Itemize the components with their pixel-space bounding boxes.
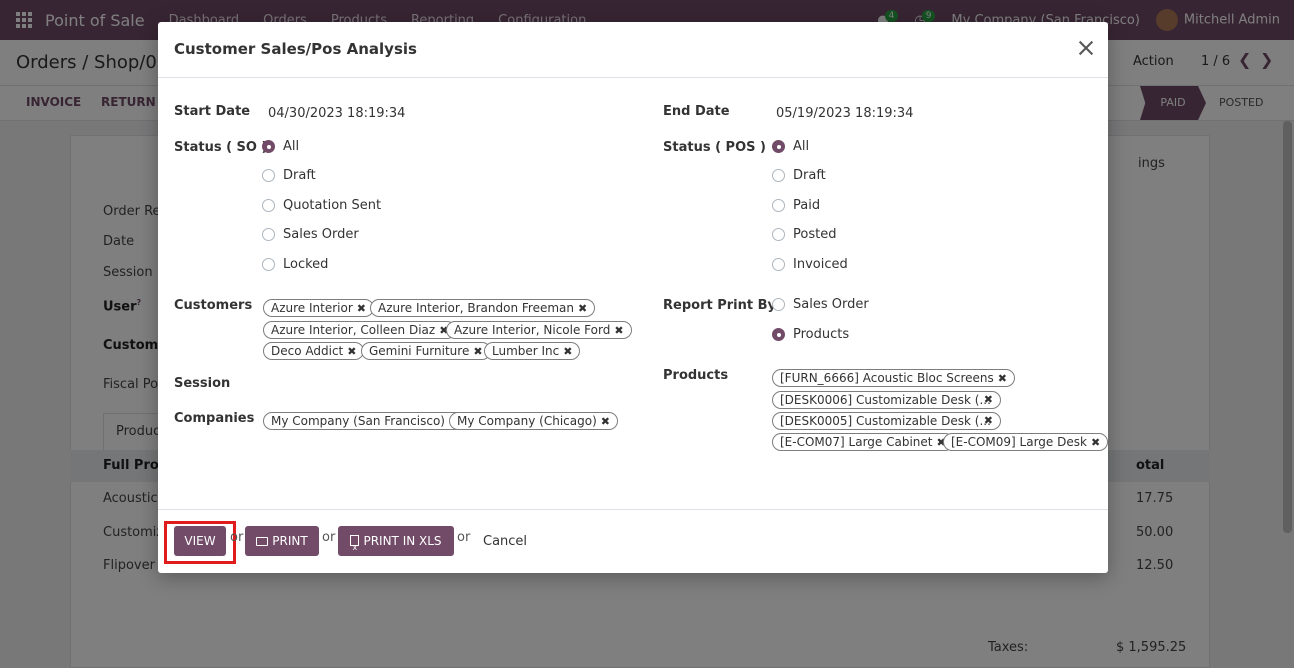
product-tag: [DESK0005] Customizable Desk (... ✖ bbox=[772, 412, 1001, 430]
status-pos-draft-radio[interactable]: Draft bbox=[772, 168, 826, 183]
radio-label: Sales Order bbox=[793, 297, 869, 312]
customer-tag: Azure Interior, Brandon Freeman ✖ bbox=[370, 299, 596, 317]
company-tag: My Company (Chicago) ✖ bbox=[449, 412, 618, 430]
session-label: Session bbox=[174, 376, 231, 391]
tag-label: My Company (Chicago) bbox=[457, 414, 597, 428]
tag-label: Lumber Inc bbox=[492, 344, 560, 358]
customer-tag: Azure Interior, Colleen Diaz ✖ bbox=[263, 321, 457, 339]
status-pos-label: Status ( POS ) bbox=[663, 140, 766, 155]
start-date-field[interactable]: 04/30/2023 18:19:34 bbox=[268, 106, 405, 121]
start-date-label: Start Date bbox=[174, 104, 251, 119]
remove-tag-icon[interactable]: ✖ bbox=[984, 413, 993, 429]
radio-label: Draft bbox=[793, 168, 826, 183]
tag-label: Gemini Furniture bbox=[369, 344, 470, 358]
radio-label: Posted bbox=[793, 227, 837, 242]
product-tag: [DESK0006] Customizable Desk (... ✖ bbox=[772, 391, 1001, 409]
customer-tag: Gemini Furniture ✖ bbox=[361, 342, 491, 360]
print-xls-button-label: PRINT IN XLS bbox=[363, 534, 442, 548]
product-tag: [FURN_6666] Acoustic Bloc Screens ✖ bbox=[772, 369, 1016, 387]
radio-label: Locked bbox=[283, 257, 329, 272]
tag-label: Azure Interior, Colleen Diaz bbox=[271, 323, 436, 337]
cancel-button[interactable]: Cancel bbox=[483, 534, 527, 549]
tag-label: [FURN_6666] Acoustic Bloc Screens bbox=[780, 371, 994, 385]
tag-label: [DESK0006] Customizable Desk (... bbox=[780, 393, 991, 407]
remove-tag-icon[interactable]: ✖ bbox=[984, 392, 993, 408]
customers-label: Customers bbox=[174, 298, 253, 313]
tag-label: My Company (San Francisco) bbox=[271, 414, 445, 428]
radio-label: All bbox=[793, 139, 810, 154]
remove-tag-icon[interactable]: ✖ bbox=[347, 345, 356, 358]
print-button-label: PRINT bbox=[272, 534, 308, 548]
remove-tag-icon[interactable]: ✖ bbox=[473, 345, 482, 358]
radio-label: Quotation Sent bbox=[283, 198, 382, 213]
tag-label: Azure Interior, Nicole Ford bbox=[454, 323, 611, 337]
print-by-products-radio[interactable]: Products bbox=[772, 327, 849, 342]
status-pos-paid-radio[interactable]: Paid bbox=[772, 198, 820, 213]
remove-tag-icon[interactable]: ✖ bbox=[998, 372, 1007, 385]
tag-label: [E-COM09] Large Desk bbox=[951, 435, 1087, 449]
status-pos-all-radio[interactable]: All bbox=[772, 139, 809, 154]
radio-label: Products bbox=[793, 327, 850, 342]
customer-tag: Deco Addict ✖ bbox=[263, 342, 365, 360]
customer-tag: Lumber Inc ✖ bbox=[484, 342, 581, 360]
status-pos-posted-radio[interactable]: Posted bbox=[772, 227, 836, 242]
product-tag: [E-COM07] Large Cabinet ✖ bbox=[772, 433, 954, 451]
view-button[interactable]: VIEW bbox=[174, 526, 226, 556]
status-so-locked-radio[interactable]: Locked bbox=[262, 257, 328, 272]
remove-tag-icon[interactable]: ✖ bbox=[601, 415, 610, 428]
remove-tag-icon[interactable]: ✖ bbox=[1091, 436, 1100, 449]
print-by-sales-order-radio[interactable]: Sales Order bbox=[772, 297, 869, 312]
dialog-title: Customer Sales/Pos Analysis bbox=[174, 40, 417, 58]
status-so-draft-radio[interactable]: Draft bbox=[262, 168, 316, 183]
radio-label: Paid bbox=[793, 198, 821, 213]
customer-sales-pos-analysis-dialog: Customer Sales/Pos Analysis Start Date 0… bbox=[158, 22, 1109, 573]
status-so-sales-order-radio[interactable]: Sales Order bbox=[262, 227, 359, 242]
customer-tag: Azure Interior ✖ bbox=[263, 299, 374, 317]
end-date-field[interactable]: 05/19/2023 18:19:34 bbox=[776, 106, 913, 121]
remove-tag-icon[interactable]: ✖ bbox=[357, 302, 366, 315]
print-xls-button[interactable]: PRINT IN XLS bbox=[338, 526, 454, 563]
status-so-all-radio[interactable]: All bbox=[262, 139, 299, 154]
remove-tag-icon[interactable]: ✖ bbox=[614, 324, 623, 337]
tag-label: Deco Addict bbox=[271, 344, 344, 358]
tag-label: Azure Interior bbox=[271, 301, 353, 315]
radio-label: Invoiced bbox=[793, 257, 848, 272]
end-date-label: End Date bbox=[663, 104, 730, 119]
product-tag: [E-COM09] Large Desk ✖ bbox=[943, 433, 1109, 451]
status-pos-invoiced-radio[interactable]: Invoiced bbox=[772, 257, 848, 272]
radio-label: All bbox=[283, 139, 300, 154]
remove-tag-icon[interactable]: ✖ bbox=[578, 302, 587, 315]
customer-tag: Azure Interior, Nicole Ford ✖ bbox=[446, 321, 632, 339]
print-button[interactable]: PRINT bbox=[245, 526, 319, 556]
products-label: Products bbox=[663, 368, 729, 383]
tag-label: Azure Interior, Brandon Freeman bbox=[378, 301, 575, 315]
or-separator: or bbox=[457, 530, 471, 545]
dialog-footer: VIEW or PRINT or PRINT IN XLS or Cancel bbox=[158, 509, 1108, 573]
session-field[interactable] bbox=[263, 376, 623, 394]
status-so-label: Status ( SO ) bbox=[174, 140, 268, 155]
or-separator: or bbox=[322, 530, 336, 545]
radio-label: Sales Order bbox=[283, 227, 359, 242]
tag-label: [E-COM07] Large Cabinet bbox=[780, 435, 933, 449]
dialog-header: Customer Sales/Pos Analysis bbox=[158, 22, 1108, 78]
tag-label: [DESK0005] Customizable Desk (... bbox=[780, 414, 991, 428]
companies-label: Companies bbox=[174, 411, 255, 426]
close-icon[interactable] bbox=[1076, 38, 1096, 58]
or-separator: or bbox=[230, 530, 244, 545]
radio-label: Draft bbox=[283, 168, 316, 183]
remove-tag-icon[interactable]: ✖ bbox=[563, 345, 572, 358]
excel-file-icon bbox=[350, 533, 360, 563]
status-so-quotation-sent-radio[interactable]: Quotation Sent bbox=[262, 198, 381, 213]
report-print-by-label: Report Print By bbox=[663, 298, 776, 313]
print-icon bbox=[256, 537, 269, 546]
company-tag: My Company (San Francisco)✖ bbox=[263, 412, 467, 430]
